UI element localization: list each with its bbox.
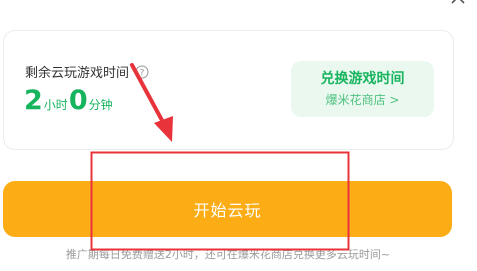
remaining-time-label-row: 剩余云玩游戏时间 ? xyxy=(25,62,149,81)
start-cloud-play-button[interactable]: 开始云玩 xyxy=(3,181,452,237)
hours-value: 2 xyxy=(24,85,43,116)
promo-footnote: 推广期每日免费赠送2小时，还可在爆米花商店兑换更多云玩时间~ xyxy=(65,248,391,261)
time-card: 剩余云玩游戏时间 ? 2 小时 0 分钟 兑换游戏时间 爆米花商店 > xyxy=(3,30,454,150)
hours-unit: 小时 xyxy=(43,98,68,112)
popcorn-store-link[interactable]: 爆米花商店 > xyxy=(326,91,400,109)
remaining-time-value: 2 小时 0 分钟 xyxy=(24,86,114,116)
start-button-label: 开始云玩 xyxy=(193,203,262,220)
remaining-time-label: 剩余云玩游戏时间 xyxy=(25,66,130,81)
exchange-title: 兑换游戏时间 xyxy=(320,71,405,87)
minutes-unit: 分钟 xyxy=(88,98,113,112)
close-icon[interactable] xyxy=(449,0,467,6)
help-icon[interactable]: ? xyxy=(135,65,149,79)
exchange-time-button[interactable]: 兑换游戏时间 爆米花商店 > xyxy=(291,61,434,117)
svg-text:?: ? xyxy=(140,68,145,78)
minutes-value: 0 xyxy=(68,85,88,116)
